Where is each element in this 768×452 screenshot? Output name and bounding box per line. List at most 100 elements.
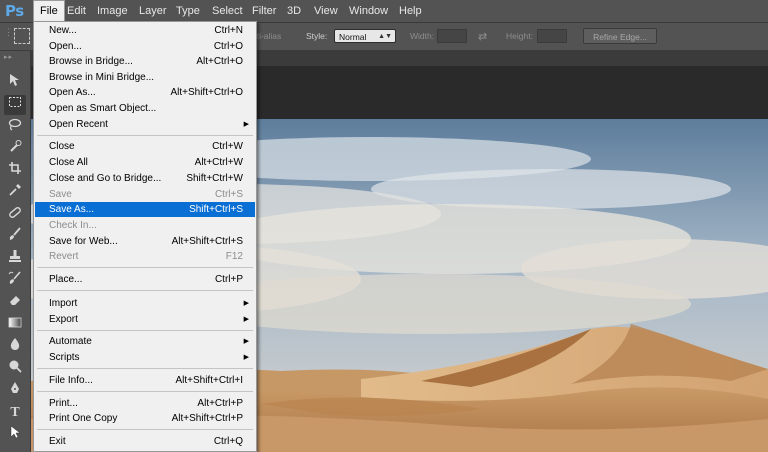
refine-edge-button[interactable]: Refine Edge... xyxy=(583,28,657,44)
pen-icon[interactable] xyxy=(4,381,26,401)
menu-item-label: Close xyxy=(49,141,75,152)
eraser-icon[interactable] xyxy=(4,293,26,313)
crop-icon[interactable] xyxy=(4,161,26,181)
menu-item-label: Print One Copy xyxy=(49,413,118,424)
menu-item-open-recent[interactable]: Open Recent ▶ xyxy=(35,117,255,132)
width-label: Width: xyxy=(410,31,435,41)
menu-item-browse-in-bridge[interactable]: Browse in Bridge... Alt+Ctrl+O xyxy=(35,54,255,69)
tools-panel: ▸▸ T xyxy=(0,51,31,452)
menu-item-browse-in-mini-bridge[interactable]: Browse in Mini Bridge... xyxy=(35,70,255,85)
menu-item-import[interactable]: Import ▶ xyxy=(35,296,255,311)
menu-3d[interactable]: 3D xyxy=(281,0,307,22)
menu-item-close-and-go-to-bridge[interactable]: Close and Go to Bridge... Shift+Ctrl+W xyxy=(35,171,255,186)
dodge-icon[interactable] xyxy=(4,359,26,379)
eyedropper-icon[interactable] xyxy=(4,183,26,203)
blur-icon[interactable] xyxy=(4,337,26,357)
menu-item-automate[interactable]: Automate ▶ xyxy=(35,334,255,349)
file-menu-dropdown: New... Ctrl+N Open... Ctrl+O Browse in B… xyxy=(33,21,257,452)
menu-item-save: Save Ctrl+S xyxy=(35,187,255,202)
menu-item-close-all[interactable]: Close All Alt+Ctrl+W xyxy=(35,155,255,170)
menu-item-print-one-copy[interactable]: Print One Copy Alt+Shift+Ctrl+P xyxy=(35,411,255,426)
menu-window[interactable]: Window xyxy=(343,0,394,22)
menu-type[interactable]: Type xyxy=(170,0,206,22)
menu-item-shortcut: F12 xyxy=(225,251,243,262)
style-label: Style: xyxy=(306,31,328,41)
menu-filter[interactable]: Filter xyxy=(246,0,282,22)
menu-item-shortcut: Ctrl+P xyxy=(214,274,243,285)
menu-edit[interactable]: Edit xyxy=(61,0,92,22)
menu-item-label: Scripts xyxy=(49,352,80,363)
submenu-arrow-icon: ▶ xyxy=(243,300,249,307)
lasso-icon[interactable] xyxy=(4,117,26,137)
menu-item-export[interactable]: Export ▶ xyxy=(35,312,255,327)
menu-separator xyxy=(37,391,253,392)
menu-image[interactable]: Image xyxy=(91,0,134,22)
menu-item-shortcut: Alt+Shift+Ctrl+S xyxy=(171,236,243,247)
menu-item-label: Open... xyxy=(49,41,82,52)
path-selection-icon[interactable] xyxy=(4,425,26,445)
history-brush-icon[interactable] xyxy=(4,271,26,291)
tool-preset-picker-icon[interactable] xyxy=(14,28,30,44)
menu-item-scripts[interactable]: Scripts ▶ xyxy=(35,350,255,365)
quick-selection-icon[interactable] xyxy=(4,139,26,159)
menu-item-new[interactable]: New... Ctrl+N xyxy=(35,23,255,38)
menu-item-shortcut: Ctrl+W xyxy=(212,141,243,152)
menu-item-shortcut: Ctrl+S xyxy=(214,189,243,200)
menu-item-open[interactable]: Open... Ctrl+O xyxy=(35,39,255,54)
menu-item-label: Import xyxy=(49,298,78,309)
menu-item-save-for-web[interactable]: Save for Web... Alt+Shift+Ctrl+S xyxy=(35,234,255,249)
width-field[interactable] xyxy=(437,29,467,43)
menu-item-open-as-smart-object[interactable]: Open as Smart Object... xyxy=(35,101,255,116)
style-dropdown[interactable]: Normal ▲▼ xyxy=(334,29,396,43)
healing-brush-icon[interactable] xyxy=(4,205,26,225)
menu-item-print[interactable]: Print... Alt+Ctrl+P xyxy=(35,396,255,411)
menu-item-shortcut: Alt+Shift+Ctrl+P xyxy=(171,413,243,424)
style-value: Normal xyxy=(339,32,367,42)
menu-file[interactable]: File xyxy=(33,0,65,23)
menu-item-label: Browse in Bridge... xyxy=(49,56,133,67)
move-tool-icon[interactable] xyxy=(4,73,26,93)
menu-item-exit[interactable]: Exit Ctrl+Q xyxy=(35,434,255,449)
submenu-arrow-icon: ▶ xyxy=(243,354,249,361)
menu-separator xyxy=(37,429,253,430)
menu-item-label: Export xyxy=(49,314,78,325)
menu-item-place[interactable]: Place... Ctrl+P xyxy=(35,272,255,287)
menu-item-label: Check In... xyxy=(49,220,97,231)
height-label: Height: xyxy=(506,31,533,41)
menu-item-label: Revert xyxy=(49,251,79,262)
menu-item-label: Close All xyxy=(49,157,88,168)
menu-help[interactable]: Help xyxy=(393,0,428,22)
menu-view[interactable]: View xyxy=(308,0,344,22)
menu-item-label: File Info... xyxy=(49,375,93,386)
menu-item-close[interactable]: Close Ctrl+W xyxy=(35,139,255,154)
menu-item-save-as[interactable]: Save As... Shift+Ctrl+S xyxy=(35,202,255,217)
type-tool-icon[interactable]: T xyxy=(4,403,26,423)
gradient-icon[interactable] xyxy=(4,315,26,335)
menu-item-label: Open As... xyxy=(49,87,96,98)
panel-collapse-icon[interactable]: ▸▸ xyxy=(4,53,13,61)
menu-separator xyxy=(37,290,253,291)
menu-select[interactable]: Select xyxy=(206,0,249,22)
rectangular-marquee-icon[interactable] xyxy=(4,95,26,115)
menu-item-label: Print... xyxy=(49,398,78,409)
clone-stamp-icon[interactable] xyxy=(4,249,26,269)
menu-item-open-as[interactable]: Open As... Alt+Shift+Ctrl+O xyxy=(35,85,255,100)
height-field[interactable] xyxy=(537,29,567,43)
menu-layer[interactable]: Layer xyxy=(133,0,173,22)
menu-item-label: Save xyxy=(49,189,72,200)
swap-arrows-icon[interactable]: ⇄ xyxy=(478,30,487,43)
brush-icon[interactable] xyxy=(4,227,26,247)
menu-bar: Ps File Edit Image Layer Type Select Fil… xyxy=(0,0,768,23)
menu-item-label: Close and Go to Bridge... xyxy=(49,173,162,184)
menu-item-label: Save for Web... xyxy=(49,236,118,247)
submenu-arrow-icon: ▶ xyxy=(243,338,249,345)
menu-separator xyxy=(37,135,253,136)
menu-item-shortcut: Shift+Ctrl+S xyxy=(189,204,243,215)
menu-item-check-in: Check In... xyxy=(35,218,255,233)
menu-item-shortcut: Alt+Shift+Ctrl+O xyxy=(170,87,243,98)
menu-item-file-info[interactable]: File Info... Alt+Shift+Ctrl+I xyxy=(35,373,255,388)
menu-item-label: Automate xyxy=(49,336,92,347)
menu-item-shortcut: Alt+Ctrl+W xyxy=(194,157,243,168)
menu-item-label: Exit xyxy=(49,436,66,447)
menu-item-label: Save As... xyxy=(49,204,95,215)
